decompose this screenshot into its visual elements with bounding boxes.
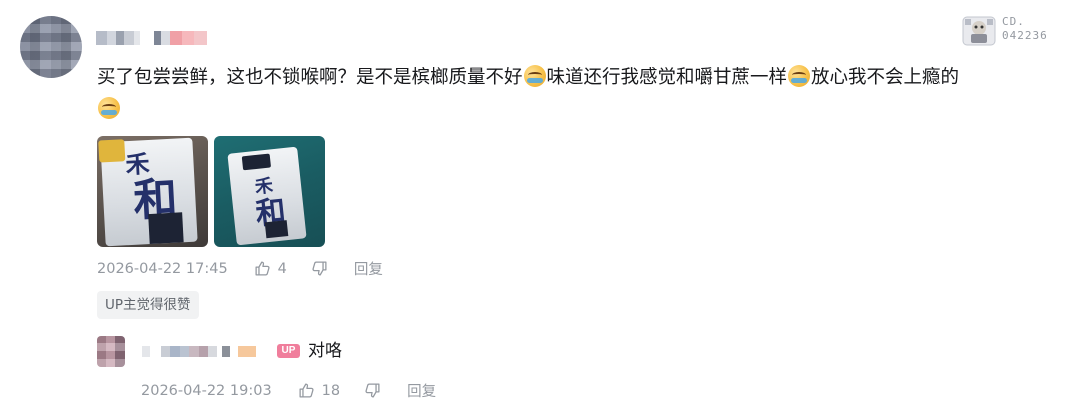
package-dark-panel bbox=[148, 212, 184, 245]
package-top-panel bbox=[241, 153, 272, 171]
reply-button[interactable]: 回复 bbox=[354, 258, 383, 279]
reply-like-button[interactable]: 18 bbox=[298, 382, 364, 399]
laughing-crying-emoji-icon bbox=[98, 97, 120, 119]
reply-dislike-button[interactable] bbox=[364, 382, 381, 399]
package-dark-panel bbox=[264, 220, 289, 239]
avatar[interactable] bbox=[20, 16, 82, 78]
comment-text-segment: 放心我不会上瘾的 bbox=[811, 67, 960, 88]
like-count: 4 bbox=[277, 260, 287, 277]
reply-meta: 2026-04-22 19:03 18 回复 bbox=[141, 380, 436, 401]
fan-badge-line2: 042236 bbox=[1002, 29, 1048, 42]
laughing-crying-emoji-icon bbox=[788, 65, 811, 87]
comment-text-segment: 买了包尝尝鲜，这也不锁喉啊？是不是槟榔质量不好 bbox=[97, 67, 523, 88]
thumbs-down-icon bbox=[365, 383, 380, 398]
package-corner-decoration bbox=[98, 139, 126, 163]
comment-text-segment: 味道还行我感觉和嚼甘蔗一样 bbox=[546, 67, 788, 88]
thumbs-down-icon bbox=[312, 261, 327, 276]
reply-text: 对咯 bbox=[308, 341, 342, 361]
comment-text: 买了包尝尝鲜，这也不锁喉啊？是不是槟榔质量不好 味道还行我感觉和嚼甘蔗一样 放心我不… bbox=[97, 62, 1057, 126]
dislike-button[interactable] bbox=[311, 260, 328, 277]
thumbs-up-icon bbox=[299, 383, 314, 398]
reply-reply-button[interactable]: 回复 bbox=[407, 380, 436, 401]
reply-avatar[interactable] bbox=[97, 336, 125, 367]
like-button[interactable]: 4 bbox=[254, 260, 311, 277]
package-image: 禾 和 bbox=[227, 146, 307, 246]
comment-timestamp: 2026-04-22 17:45 bbox=[97, 260, 228, 277]
comment-image-1[interactable]: 禾 和 bbox=[97, 136, 208, 247]
package-image: 禾 和 bbox=[98, 137, 198, 247]
username-blurred[interactable] bbox=[96, 31, 207, 45]
up-liked-tag: UP主觉得很赞 bbox=[97, 291, 199, 319]
laughing-crying-emoji-icon bbox=[523, 65, 546, 87]
fan-badge-line1: CD. bbox=[1002, 15, 1025, 28]
comment-meta: 2026-04-22 17:45 4 回复 bbox=[97, 258, 383, 279]
reply-username-blurred[interactable] bbox=[142, 346, 256, 357]
up-badge: UP bbox=[277, 344, 300, 358]
fan-badge-text: CD. 042236 bbox=[1002, 15, 1048, 43]
comment-image-2[interactable]: 禾 和 bbox=[214, 136, 325, 247]
reply-like-count: 18 bbox=[321, 382, 341, 399]
fan-medal-icon bbox=[962, 16, 996, 46]
reply-timestamp: 2026-04-22 19:03 bbox=[141, 382, 272, 399]
thumbs-up-icon bbox=[255, 261, 270, 276]
